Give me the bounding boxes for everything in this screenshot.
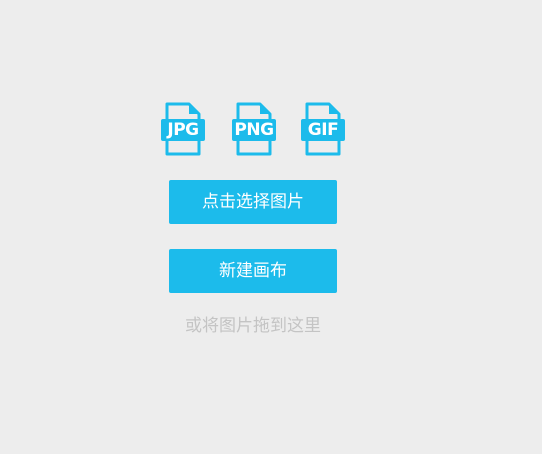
png-file-icon: PNG (230, 101, 278, 157)
format-label-jpg: JPG (167, 120, 199, 140)
drop-zone-hint: 或将图片拖到这里 (185, 316, 321, 336)
jpg-file-icon: JPG (159, 101, 207, 157)
select-image-button[interactable]: 点击选择图片 (169, 180, 337, 224)
format-label-png: PNG (234, 120, 274, 140)
new-canvas-button[interactable]: 新建画布 (169, 249, 337, 293)
gif-file-icon: GIF (299, 101, 347, 157)
format-label-gif: GIF (307, 120, 339, 140)
supported-formats: JPG PNG GIF (159, 101, 349, 157)
